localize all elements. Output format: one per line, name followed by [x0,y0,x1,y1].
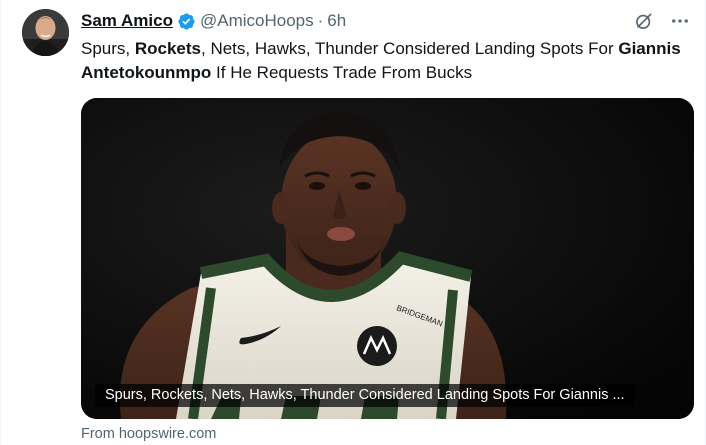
tweet-timestamp[interactable]: 6h [327,11,346,31]
tweet-card[interactable]: Sam Amico @AmicoHoops · 6h Spurs, Rocket [0,0,706,445]
avatar[interactable] [22,9,69,56]
author-name[interactable]: Sam Amico [81,11,173,31]
player-photo: BRIDGEMAN [81,98,694,419]
verified-badge-icon [177,12,196,31]
tweet-text: Spurs, Rockets, Nets, Hawks, Thunder Con… [81,37,693,85]
grok-icon[interactable] [633,10,655,32]
tweet-text-part: Spurs, [81,39,135,58]
link-source[interactable]: From hoopswire.com [81,426,216,442]
separator-dot: · [317,11,324,30]
link-card-image[interactable]: BRIDGEMAN Spurs, Rockets, Nets, Hawks, T… [81,98,694,419]
tweet-actions-top [633,10,691,32]
tweet-header: Sam Amico @AmicoHoops · 6h [81,11,346,31]
more-icon[interactable] [669,10,691,32]
tweet-text-part: If He Requests Trade From Bucks [211,63,473,82]
author-handle[interactable]: @AmicoHoops [200,11,314,31]
tweet-text-bold: Rockets [134,39,201,58]
link-card-caption: Spurs, Rockets, Nets, Hawks, Thunder Con… [95,384,635,407]
tweet-text-part: , Nets, Hawks, Thunder Considered Landin… [201,39,619,58]
